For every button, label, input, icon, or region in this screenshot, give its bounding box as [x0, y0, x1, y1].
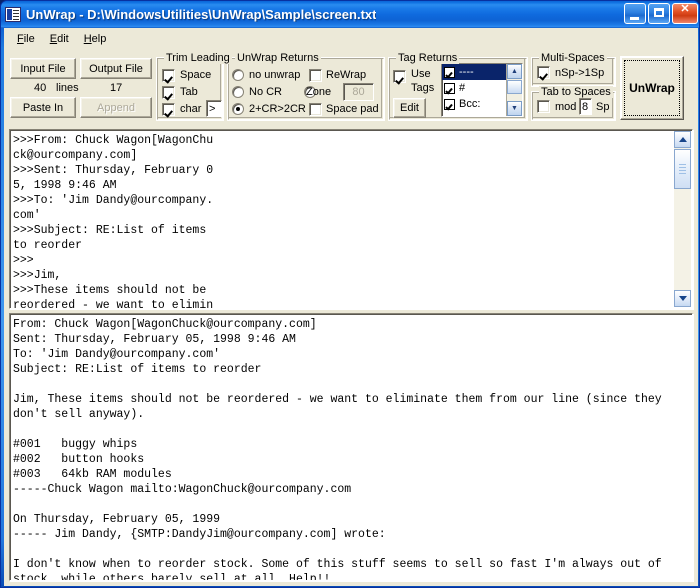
maximize-icon: [654, 8, 664, 17]
chevron-down-icon: [679, 296, 687, 301]
menu-help[interactable]: Help: [77, 31, 115, 47]
tag-list[interactable]: ---- # Bcc: ▲ ▼: [441, 63, 523, 117]
input-file-button[interactable]: Input File: [10, 58, 76, 79]
scroll-thumb[interactable]: [507, 80, 522, 94]
tab-mod-checkbox[interactable]: [537, 100, 550, 113]
nsp-checkbox[interactable]: [537, 66, 550, 79]
application-window: UnWrap - D:\WindowsUtilities\UnWrap\Samp…: [0, 0, 700, 588]
scroll-down-icon[interactable]: ▼: [507, 101, 522, 116]
options-toolbar: Input File Output File 40 lines 17 Paste…: [4, 50, 698, 127]
scroll-down-button[interactable]: [674, 290, 691, 307]
thumb-grip-icon: [679, 164, 686, 174]
tag-label: #: [459, 82, 465, 94]
close-button[interactable]: ✕: [672, 3, 698, 24]
menu-file[interactable]: File: [10, 31, 43, 47]
tag-returns-legend: Tag Returns: [396, 52, 459, 64]
tag-checkbox[interactable]: [444, 83, 455, 94]
unwrap-button-label: UnWrap: [629, 81, 675, 95]
trim-char-checkbox[interactable]: [162, 103, 175, 116]
maximize-button[interactable]: [648, 3, 670, 24]
output-text-content[interactable]: From: Chuck Wagon[WagonChuck@ourcompany.…: [10, 314, 692, 581]
title-bar: UnWrap - D:\WindowsUtilities\UnWrap\Samp…: [1, 1, 700, 28]
use-tags-label-line2: Tags: [411, 82, 434, 94]
menu-edit[interactable]: Edit: [43, 31, 77, 47]
scroll-up-icon[interactable]: ▲: [507, 64, 522, 79]
output-file-button[interactable]: Output File: [80, 58, 152, 79]
close-icon: ✕: [673, 4, 697, 15]
tag-list-scrollbar[interactable]: ▲ ▼: [506, 64, 522, 116]
trim-char-label: char: [180, 103, 201, 115]
append-button: Append: [80, 97, 152, 118]
menu-bar: File Edit Help: [4, 28, 698, 50]
chevron-up-icon: [679, 137, 687, 142]
input-lines-count: 40: [34, 82, 46, 94]
radio-no-unwrap-label: no unwrap: [249, 69, 300, 81]
trim-tab-checkbox[interactable]: [162, 86, 175, 99]
input-text-content[interactable]: >>>From: Chuck Wagon[WagonChu ck@ourcomp…: [10, 130, 692, 309]
use-tags-label-line1: Use: [411, 68, 431, 80]
trim-char-input[interactable]: >: [206, 100, 222, 117]
scroll-thumb[interactable]: [674, 149, 691, 189]
tag-checkbox[interactable]: [444, 67, 455, 78]
window-title: UnWrap - D:\WindowsUtilities\UnWrap\Samp…: [26, 7, 376, 22]
tab-sp-label: Sp: [596, 101, 609, 113]
tab-mod-label: mod: [555, 101, 576, 113]
input-vertical-scrollbar[interactable]: [674, 131, 691, 307]
multi-spaces-legend: Multi-Spaces: [539, 52, 607, 64]
unwrap-button[interactable]: UnWrap: [620, 56, 684, 120]
radio-2cr[interactable]: [232, 103, 244, 115]
tag-label: ----: [459, 66, 474, 78]
tag-checkbox[interactable]: [444, 99, 455, 110]
lines-label: lines: [56, 82, 79, 94]
radio-no-unwrap[interactable]: [232, 69, 244, 81]
radio-2cr-label: 2+CR>2CR: [249, 103, 306, 115]
tab-mod-input[interactable]: 8: [579, 98, 592, 115]
client-area: File Edit Help Input File Output File 40…: [4, 28, 698, 586]
unwrap-returns-legend: UnWrap Returns: [235, 52, 321, 64]
edit-tags-button[interactable]: Edit: [393, 98, 426, 118]
tag-label: Bcc:: [459, 98, 480, 110]
minimize-button[interactable]: [624, 3, 646, 24]
radio-no-cr[interactable]: [232, 86, 244, 98]
nsp-label: nSp->1Sp: [555, 67, 604, 79]
trim-space-label: Space: [180, 69, 211, 81]
trim-space-checkbox[interactable]: [162, 69, 175, 82]
space-pad-checkbox[interactable]: [309, 103, 322, 116]
output-text-pane[interactable]: From: Chuck Wagon[WagonChuck@ourcompany.…: [9, 313, 693, 581]
scroll-up-button[interactable]: [674, 131, 691, 148]
space-pad-label: Space pad: [326, 103, 379, 115]
output-lines-count: 17: [110, 82, 122, 94]
paste-in-button[interactable]: Paste In: [10, 97, 76, 118]
input-text-pane[interactable]: >>>From: Chuck Wagon[WagonChu ck@ourcomp…: [9, 129, 693, 309]
minimize-icon: [630, 17, 639, 20]
zone-input[interactable]: 80: [343, 83, 374, 101]
window-controls: ✕: [624, 3, 698, 24]
window-icon: [5, 7, 21, 22]
rewrap-label: ReWrap: [326, 69, 366, 81]
radio-no-cr-label: No CR: [249, 86, 282, 98]
trim-leading-legend: Trim Leading: [164, 52, 232, 64]
use-tags-checkbox[interactable]: [393, 70, 406, 83]
tab-to-spaces-legend: Tab to Spaces: [539, 86, 613, 98]
zone-label: Zone: [306, 86, 331, 98]
rewrap-checkbox[interactable]: [309, 69, 322, 82]
trim-tab-label: Tab: [180, 86, 198, 98]
